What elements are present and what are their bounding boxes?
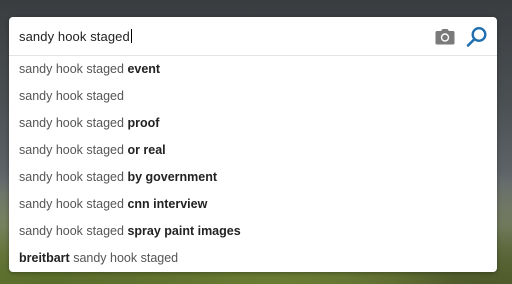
search-box[interactable]: sandy hook staged	[9, 17, 497, 56]
suggestion-bold-term: event	[127, 62, 161, 76]
suggestion-prefix: sandy hook staged	[19, 143, 124, 157]
suggestion-prefix: sandy hook staged	[73, 251, 179, 265]
suggestion-item[interactable]: breitbart sandy hook staged	[9, 245, 497, 272]
search-query-text: sandy hook staged	[19, 29, 130, 44]
suggestion-bold-term: by government	[127, 170, 218, 184]
search-input[interactable]: sandy hook staged	[19, 29, 132, 44]
suggestion-bold-term: breitbart	[19, 251, 70, 265]
suggestion-item[interactable]: sandy hook staged	[9, 83, 497, 110]
suggestion-prefix: sandy hook staged	[19, 170, 124, 184]
suggestion-item[interactable]: sandy hook staged spray paint images	[9, 218, 497, 245]
suggestion-list: sandy hook staged event sandy hook staged…	[9, 56, 497, 272]
suggestion-item[interactable]: sandy hook staged or real	[9, 137, 497, 164]
suggestion-item[interactable]: sandy hook staged cnn interview	[9, 191, 497, 218]
suggestion-item[interactable]: sandy hook staged by government	[9, 164, 497, 191]
suggestion-prefix: sandy hook staged	[19, 62, 124, 76]
suggestion-item[interactable]: sandy hook staged proof	[9, 110, 497, 137]
suggestion-item[interactable]: sandy hook staged event	[9, 56, 497, 83]
suggestion-bold-term: proof	[127, 116, 160, 130]
suggestion-prefix: sandy hook staged	[19, 116, 124, 130]
suggestion-bold-term: cnn interview	[127, 197, 208, 211]
text-caret	[130, 29, 132, 43]
search-icon[interactable]	[465, 26, 489, 48]
suggestion-prefix: sandy hook staged	[19, 89, 124, 103]
suggestion-bold-term: or real	[127, 143, 166, 157]
suggestion-prefix: sandy hook staged	[19, 224, 124, 238]
camera-icon[interactable]	[434, 28, 456, 46]
suggestion-prefix: sandy hook staged	[19, 197, 124, 211]
suggestion-bold-term: spray paint images	[127, 224, 241, 238]
search-autocomplete-panel: sandy hook staged sandy hook staged even…	[9, 17, 497, 272]
